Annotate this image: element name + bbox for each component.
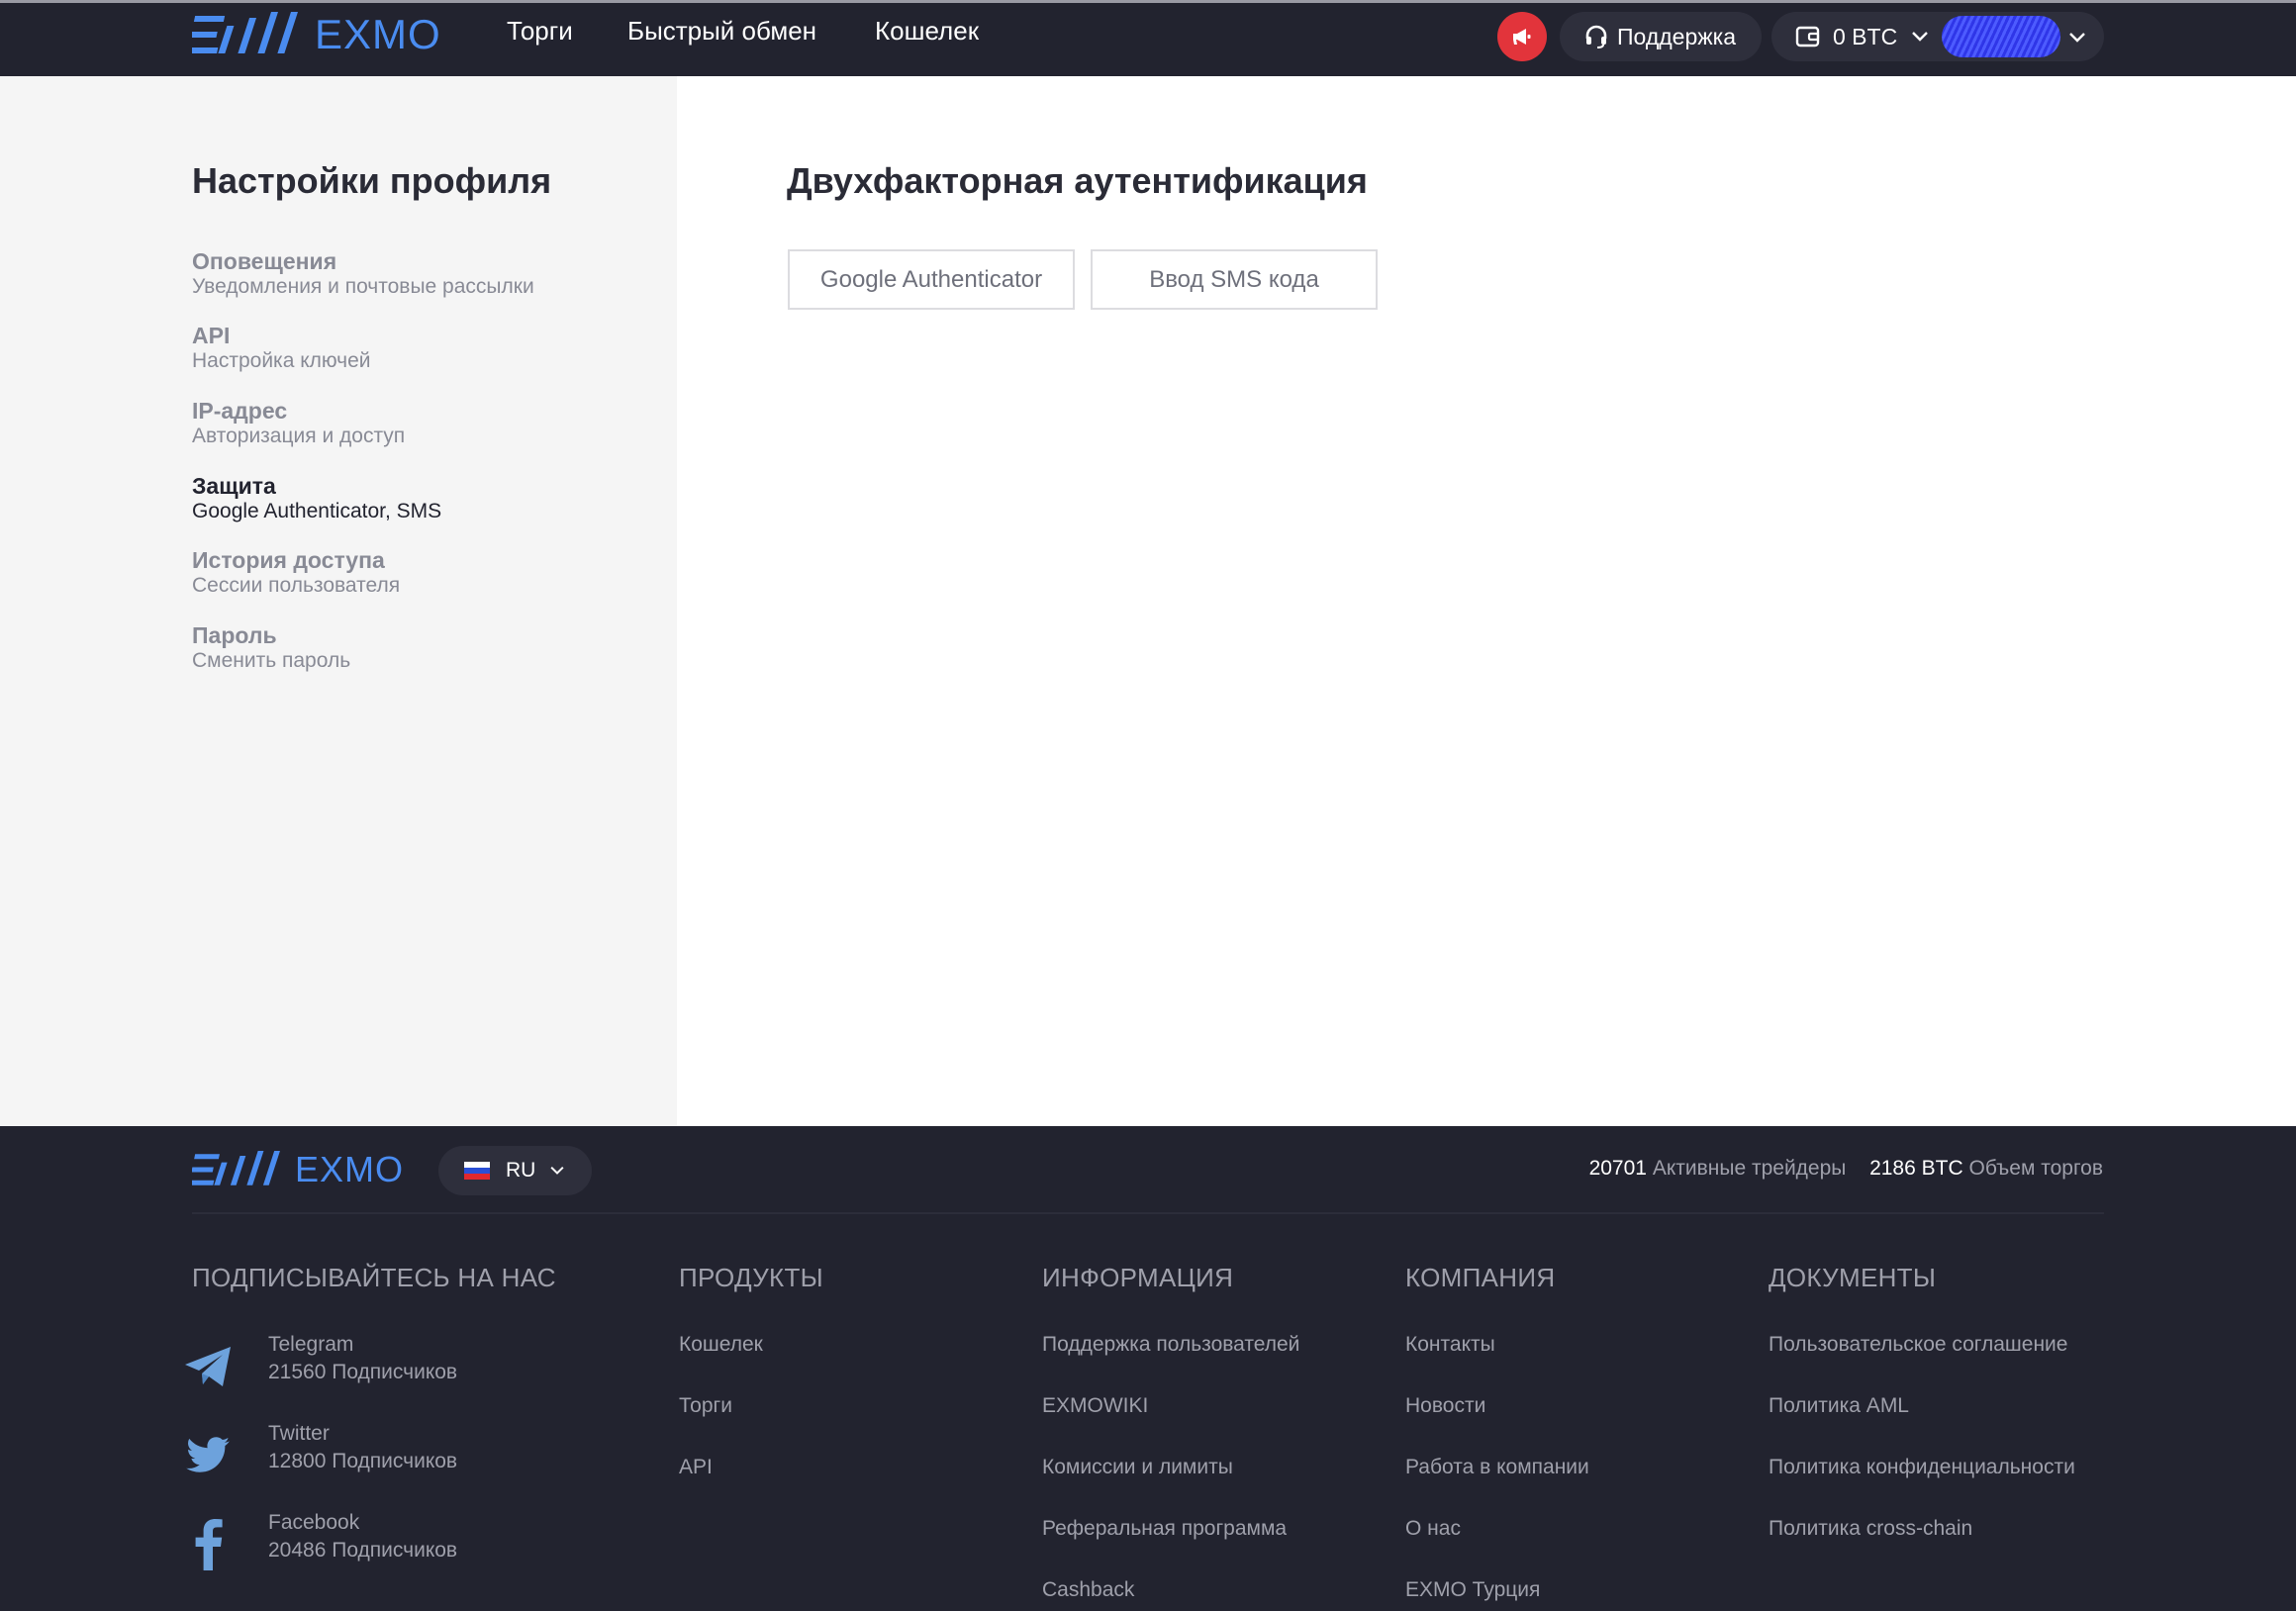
sidebar-item-title: Пароль	[192, 622, 277, 648]
page-title: Двухфакторная аутентификация	[787, 160, 1368, 201]
sidebar-item-security[interactable]: Защита Google Authenticator, SMS	[192, 473, 647, 524]
headset-icon	[1585, 25, 1607, 48]
footer-link-news[interactable]: Новости	[1405, 1394, 1485, 1418]
sidebar-item-title: API	[192, 323, 231, 348]
social-name: Telegram	[268, 1333, 354, 1356]
language-label: RU	[506, 1159, 536, 1182]
chevron-down-icon[interactable]	[2068, 32, 2086, 44]
telegram-icon	[185, 1347, 231, 1386]
facebook-icon	[195, 1519, 223, 1570]
sidebar-item-notifications[interactable]: Оповещения Уведомления и почтовые рассыл…	[192, 248, 647, 300]
avatar[interactable]	[1942, 16, 2060, 57]
sidebar-item-title: История доступа	[192, 547, 385, 573]
footer-brand-name: EXMO	[295, 1149, 405, 1189]
footer-link-exmowiki[interactable]: EXMOWIKI	[1042, 1394, 1148, 1418]
announcements-button[interactable]	[1497, 12, 1547, 61]
footer-link-user-agreement[interactable]: Пользовательское соглашение	[1769, 1333, 2067, 1357]
social-telegram[interactable]: Telegram 21560 Подписчиков	[183, 1333, 579, 1402]
traders-count: 20701	[1588, 1157, 1647, 1180]
sidebar-item-subtitle: Google Authenticator, SMS	[192, 500, 442, 522]
exmo-logo-icon	[192, 12, 298, 53]
sidebar-item-access-history[interactable]: История доступа Сессии пользователя	[192, 547, 647, 599]
footer: EXMO RU 20701 Активные трейдеры 2186 BTC…	[0, 1126, 2296, 1611]
footer-link-about[interactable]: О нас	[1405, 1517, 1461, 1541]
top-navbar: EXMO Торги Быстрый обмен Кошелек Поддерж…	[0, 0, 2296, 76]
sidebar-item-subtitle: Уведомления и почтовые рассылки	[192, 275, 534, 298]
brand-name: EXMO	[315, 11, 441, 57]
footer-divider	[192, 1212, 2104, 1214]
footer-link-user-support[interactable]: Поддержка пользователей	[1042, 1333, 1299, 1357]
sidebar-item-title: Защита	[192, 473, 276, 499]
balance-label: 0 BTC	[1833, 23, 1898, 49]
footer-heading-products: ПРОДУКТЫ	[679, 1263, 823, 1292]
sidebar-item-title: IP-адрес	[192, 398, 288, 424]
support-button[interactable]: Поддержка	[1560, 12, 1762, 61]
traders-label: Активные трейдеры	[1652, 1157, 1847, 1180]
footer-heading-docs: ДОКУМЕНТЫ	[1769, 1263, 1937, 1292]
footer-link-exmo-turkey[interactable]: EXMO Турция	[1405, 1578, 1540, 1602]
footer-heading-company: КОМПАНИЯ	[1405, 1263, 1556, 1292]
footer-link-cross-chain-policy[interactable]: Политика cross-chain	[1769, 1517, 1972, 1541]
footer-link-wallet[interactable]: Кошелек	[679, 1333, 763, 1357]
sidebar-item-ip-address[interactable]: IP-адрес Авторизация и доступ	[192, 398, 647, 449]
language-selector[interactable]: RU	[438, 1146, 592, 1195]
social-name: Twitter	[268, 1422, 330, 1445]
footer-link-api[interactable]: API	[679, 1456, 713, 1479]
tab-google-authenticator[interactable]: Google Authenticator	[788, 249, 1075, 310]
chevron-down-icon	[550, 1166, 564, 1175]
footer-heading-info: ИНФОРМАЦИЯ	[1042, 1263, 1234, 1292]
wallet-icon	[1795, 26, 1820, 47]
volume-label: Объем торгов	[1968, 1157, 2103, 1180]
footer-link-careers[interactable]: Работа в компании	[1405, 1456, 1589, 1479]
chevron-down-icon	[1912, 32, 1929, 42]
russia-flag-icon	[464, 1162, 490, 1180]
social-name: Facebook	[268, 1511, 360, 1534]
sidebar-item-password[interactable]: Пароль Сменить пароль	[192, 622, 647, 674]
social-count: 21560 Подписчиков	[268, 1361, 458, 1383]
footer-link-fees[interactable]: Комиссии и лимиты	[1042, 1456, 1233, 1479]
footer-link-aml-policy[interactable]: Политика AML	[1769, 1394, 1909, 1418]
sidebar-item-subtitle: Сменить пароль	[192, 649, 351, 672]
footer-link-contacts[interactable]: Контакты	[1405, 1333, 1495, 1357]
tab-sms-code[interactable]: Ввод SMS кода	[1091, 249, 1378, 310]
sidebar-item-api[interactable]: API Настройка ключей	[192, 323, 647, 374]
footer-link-trade[interactable]: Торги	[679, 1394, 732, 1418]
footer-heading-social: ПОДПИСЫВАЙТЕСЬ НА НАС	[192, 1263, 556, 1292]
sidebar-title: Настройки профиля	[192, 160, 552, 201]
sidebar-item-subtitle: Авторизация и доступ	[192, 425, 406, 447]
twitter-icon	[186, 1437, 230, 1472]
sidebar-item-subtitle: Настройка ключей	[192, 349, 371, 372]
nav-wallet[interactable]: Кошелек	[875, 16, 979, 47]
nav-quick-exchange[interactable]: Быстрый обмен	[627, 16, 816, 47]
footer-logo[interactable]: EXMO	[192, 1148, 404, 1191]
footer-link-referral[interactable]: Реферальная программа	[1042, 1517, 1287, 1541]
volume-value: 2186 BTC	[1869, 1157, 1963, 1180]
exmo-logo[interactable]: EXMO	[192, 10, 441, 59]
social-count: 12800 Подписчиков	[268, 1450, 458, 1472]
exmo-logo-icon	[192, 1151, 280, 1185]
support-label: Поддержка	[1617, 23, 1736, 49]
sidebar-item-title: Оповещения	[192, 248, 337, 274]
footer-link-cashback[interactable]: Cashback	[1042, 1578, 1134, 1602]
platform-stats: 20701 Активные трейдеры 2186 BTC Объем т…	[1589, 1157, 2103, 1181]
sidebar-item-subtitle: Сессии пользователя	[192, 574, 401, 597]
megaphone-icon	[1513, 29, 1531, 45]
settings-sidebar	[0, 76, 677, 1126]
social-twitter[interactable]: Twitter 12800 Подписчиков	[183, 1422, 579, 1491]
social-count: 20486 Подписчиков	[268, 1539, 458, 1562]
social-facebook[interactable]: Facebook 20486 Подписчиков	[183, 1511, 579, 1580]
footer-link-privacy-policy[interactable]: Политика конфиденциальности	[1769, 1456, 2075, 1479]
nav-trade[interactable]: Торги	[507, 16, 573, 47]
